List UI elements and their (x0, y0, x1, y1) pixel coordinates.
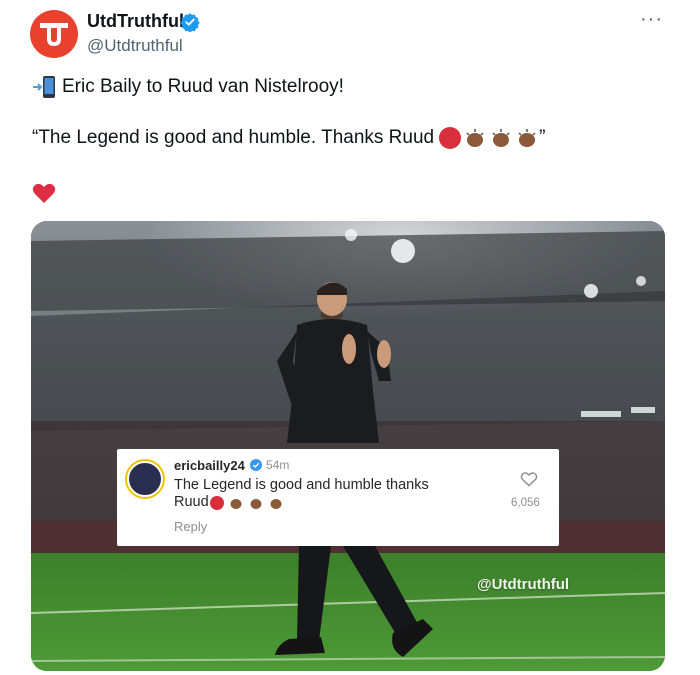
author-handle[interactable]: @Utdtruthful (87, 36, 183, 56)
tweet-text-close-quote: ” (539, 127, 546, 148)
tweet-line-2: “The Legend is good and humble. Thanks R… (32, 127, 545, 149)
tweet-media-photo[interactable]: ericbailly24 54m The Legend is good and … (31, 221, 665, 671)
commenter-avatar (125, 459, 165, 499)
comment-text-line1: The Legend is good and humble thanks (174, 477, 429, 493)
author-display-name[interactable]: UtdTruthful (87, 11, 184, 32)
comment-reply-link: Reply (174, 519, 208, 534)
comment-time: 54m (266, 458, 290, 472)
utd-logo-icon (40, 23, 68, 46)
more-options-icon[interactable]: ··· (640, 8, 663, 31)
mobile-phone-arrow-icon (32, 75, 58, 99)
like-count: 6,056 (511, 497, 540, 509)
instagram-verified-icon (250, 459, 262, 471)
clap-icon (518, 129, 536, 147)
stadium-photo (31, 221, 665, 671)
comment-text: The Legend is good and humble thanks Ruu… (174, 477, 464, 511)
verified-badge-icon (180, 13, 200, 32)
commenter-username: ericbailly24 (174, 458, 245, 473)
tweet-text-quote: “The Legend is good and humble. Thanks R… (32, 127, 435, 148)
clap-icon (466, 129, 484, 147)
comment-text-line2: Ruud (174, 494, 209, 510)
clap-icon (230, 498, 242, 509)
clap-icon (250, 498, 262, 509)
tweet-text-line1: Eric Baily to Ruud van Nistelrooy! (62, 76, 344, 97)
clap-icon (270, 498, 282, 509)
tweet-line-1: Eric Baily to Ruud van Nistelrooy! (32, 75, 344, 99)
tweet: UtdTruthful @Utdtruthful ··· Eric Baily … (0, 0, 700, 675)
red-heart-icon (32, 183, 56, 203)
instagram-comment-card: ericbailly24 54m The Legend is good and … (117, 449, 559, 546)
like-heart-icon (520, 472, 538, 487)
red-circle-icon (439, 127, 462, 149)
photo-watermark: @Utdtruthful (477, 576, 570, 593)
red-circle-icon (209, 495, 224, 510)
author-avatar[interactable] (30, 10, 78, 58)
clap-icon (492, 129, 510, 147)
